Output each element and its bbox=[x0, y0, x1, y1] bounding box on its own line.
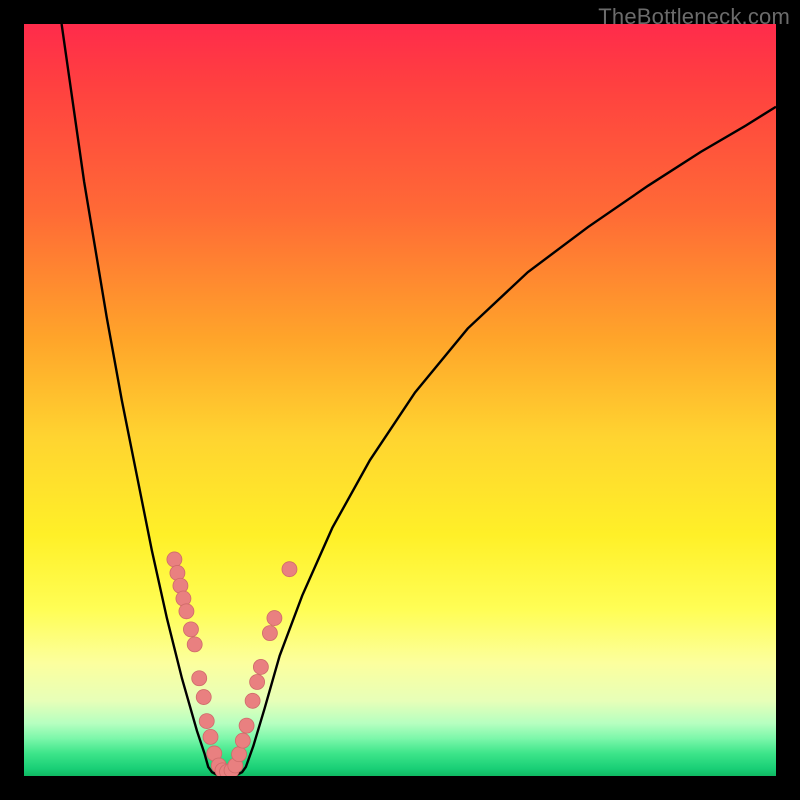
sample-dot bbox=[196, 690, 211, 705]
outer-frame: TheBottleneck.com bbox=[0, 0, 800, 800]
sample-dot bbox=[235, 733, 250, 748]
sample-dot bbox=[282, 562, 297, 577]
watermark-text: TheBottleneck.com bbox=[598, 4, 790, 30]
sample-dot bbox=[192, 671, 207, 686]
sample-dot bbox=[232, 747, 247, 762]
sample-dot bbox=[203, 729, 218, 744]
sample-dot bbox=[253, 659, 268, 674]
sample-dot bbox=[250, 675, 265, 690]
sample-dot bbox=[245, 693, 260, 708]
bottleneck-curve bbox=[62, 24, 776, 775]
sample-dot bbox=[183, 622, 198, 637]
sample-dot bbox=[167, 552, 182, 567]
bottleneck-curve-layer bbox=[24, 24, 776, 776]
sample-dot bbox=[179, 604, 194, 619]
sample-dot bbox=[267, 611, 282, 626]
sample-dot bbox=[187, 637, 202, 652]
sample-dot bbox=[239, 718, 254, 733]
plot-area bbox=[24, 24, 776, 776]
sample-dot bbox=[262, 626, 277, 641]
sample-dot bbox=[199, 714, 214, 729]
